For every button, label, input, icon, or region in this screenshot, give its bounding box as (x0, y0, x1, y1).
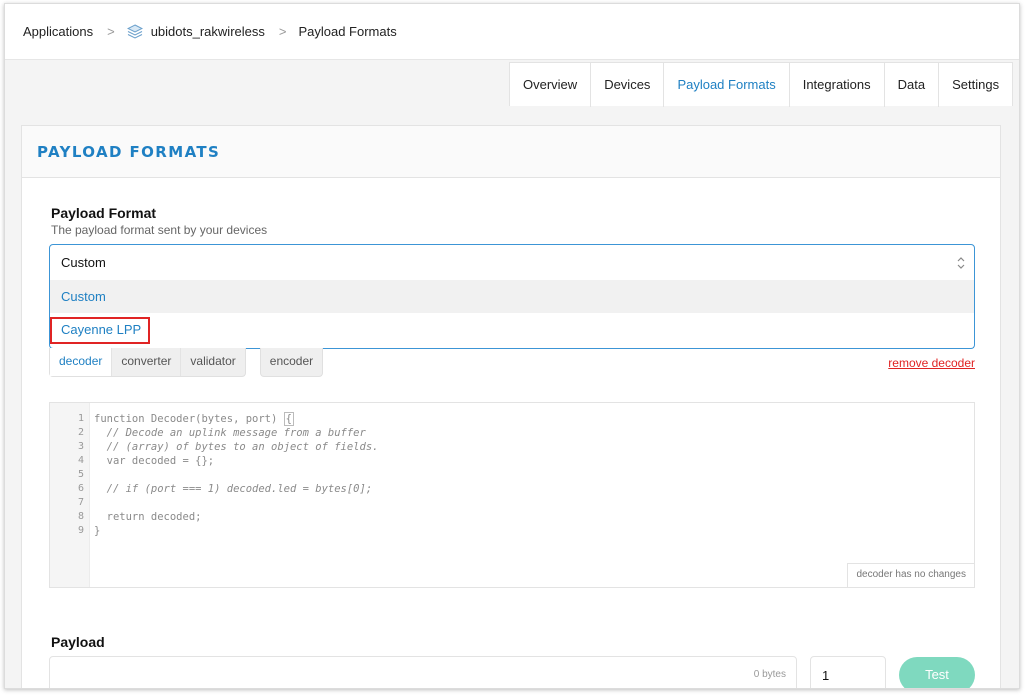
line-numbers: 123456789 (77, 413, 84, 536)
tab-integrations[interactable]: Integrations (790, 63, 885, 107)
remove-decoder-link[interactable]: remove decoder (888, 356, 975, 370)
code-line: return decoded; (94, 511, 202, 523)
select-value: Custom (61, 255, 106, 270)
code-line: ​ (94, 496, 378, 510)
code-line: ​ (94, 468, 378, 482)
tab-overview[interactable]: Overview (510, 63, 592, 107)
code-line: // (array) of bytes to an object of fiel… (94, 441, 379, 453)
function-tab-group-encoder: encoder (259, 348, 324, 377)
payload-format-select[interactable]: Custom (49, 244, 975, 281)
payload-format-dropdown: Custom Cayenne LPP (49, 280, 975, 349)
tab-bar: Overview Devices Payload Formats Integra… (509, 62, 1014, 107)
payload-input[interactable]: 0 bytes (49, 656, 797, 688)
breadcrumb-current: Payload Formats (298, 24, 397, 39)
payload-format-description: The payload format sent by your devices (51, 223, 268, 237)
breadcrumb-app-label: ubidots_rakwireless (150, 24, 265, 39)
tab-devices[interactable]: Devices (591, 63, 665, 107)
payload-label: Payload (51, 634, 105, 650)
option-cayenne-lpp[interactable]: Cayenne LPP (50, 313, 974, 346)
byte-count: 0 bytes (753, 669, 786, 680)
tab-converter[interactable]: converter (112, 348, 182, 376)
function-tabs: decoder converter validator encoder (49, 348, 324, 377)
payload-formats-card: PAYLOAD FORMATS Payload Format The paylo… (21, 125, 1001, 688)
select-arrows-icon (957, 257, 965, 269)
code-editor[interactable]: 123456789 function Decoder(bytes, port) … (49, 402, 975, 588)
editor-status: decoder has no changes (847, 563, 974, 587)
chevron-right-icon: > (107, 24, 115, 39)
code-content: function Decoder(bytes, port) { // Decod… (94, 412, 378, 538)
code-line: var decoded = {}; (94, 455, 215, 467)
code-line: // Decode an uplink message from a buffe… (94, 427, 366, 439)
code-line: } (94, 525, 101, 537)
stack-icon (126, 23, 143, 39)
app-window: Applications > ubidots_rakwireless > Pay… (4, 3, 1020, 689)
breadcrumb-app[interactable]: ubidots_rakwireless (126, 23, 265, 40)
tab-encoder[interactable]: encoder (261, 348, 322, 376)
breadcrumb-applications[interactable]: Applications (23, 24, 93, 39)
card-header: PAYLOAD FORMATS (22, 126, 1000, 178)
function-tab-group: decoder converter validator (49, 348, 246, 377)
tab-validator[interactable]: validator (181, 348, 244, 376)
code-line: function Decoder(bytes, port) { (94, 412, 294, 426)
breadcrumb: Applications > ubidots_rakwireless > Pay… (5, 4, 1019, 60)
port-input[interactable]: 1 (810, 656, 886, 688)
code-line: // if (port === 1) decoded.led = bytes[0… (94, 483, 373, 495)
tab-payload-formats[interactable]: Payload Formats (664, 63, 790, 107)
option-custom[interactable]: Custom (50, 280, 974, 313)
tab-settings[interactable]: Settings (939, 63, 1012, 107)
tab-data[interactable]: Data (885, 63, 940, 107)
chevron-right-icon: > (278, 24, 287, 39)
test-button[interactable]: Test (899, 657, 975, 688)
tab-decoder[interactable]: decoder (50, 348, 113, 376)
page-title: PAYLOAD FORMATS (37, 142, 221, 161)
payload-format-label: Payload Format (51, 205, 157, 221)
